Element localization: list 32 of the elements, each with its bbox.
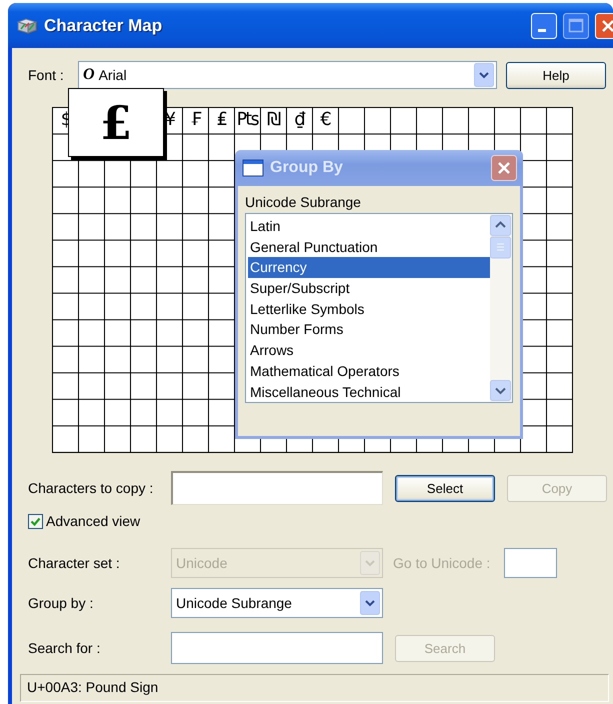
character-cell[interactable]: ₫ <box>294 109 305 131</box>
help-button[interactable]: Help <box>506 62 606 88</box>
list-item[interactable]: Currency <box>248 257 490 278</box>
checkbox-label: Advanced view <box>46 513 140 529</box>
character-cell[interactable]: ₣ <box>190 109 201 131</box>
list-item[interactable]: Letterlike Symbols <box>248 298 490 320</box>
field-label: Characters to copy : <box>28 480 154 496</box>
font-type-icon: O <box>83 66 95 84</box>
window-title: Character Map <box>44 16 164 36</box>
magnified-character: £ <box>68 88 164 157</box>
field-label: Group by : <box>28 595 94 611</box>
field-label: Character set : <box>28 555 121 571</box>
character-cell[interactable]: ₤ <box>216 109 227 131</box>
select-button[interactable]: Select <box>395 474 495 502</box>
list-item[interactable]: Miscellaneous Technical <box>248 382 490 402</box>
font-dropdown[interactable]: O Arial <box>78 61 497 89</box>
list-item[interactable]: Super/Subscript <box>248 278 490 299</box>
list-item[interactable]: Arrows <box>248 340 490 361</box>
status-bar: U+00A3: Pound Sign <box>20 674 609 702</box>
field-label: Go to Unicode : <box>393 555 492 571</box>
list-item[interactable]: Latin <box>248 216 490 237</box>
list-item[interactable]: General Punctuation <box>248 236 490 258</box>
dialog-title: Group By <box>270 159 344 177</box>
font-label: Font : <box>28 67 65 83</box>
character-cell[interactable]: € <box>320 109 331 131</box>
field-label: Search for : <box>28 640 102 656</box>
list-item[interactable]: Mathematical Operators <box>248 360 490 382</box>
list-item[interactable]: Number Forms <box>248 319 490 340</box>
character-cell[interactable]: ₪ <box>267 109 280 131</box>
list-label: Unicode Subrange <box>245 194 362 210</box>
character-cell[interactable]: ₧ <box>236 109 259 131</box>
group-by-dropdown[interactable]: Unicode Subrange <box>171 588 383 618</box>
